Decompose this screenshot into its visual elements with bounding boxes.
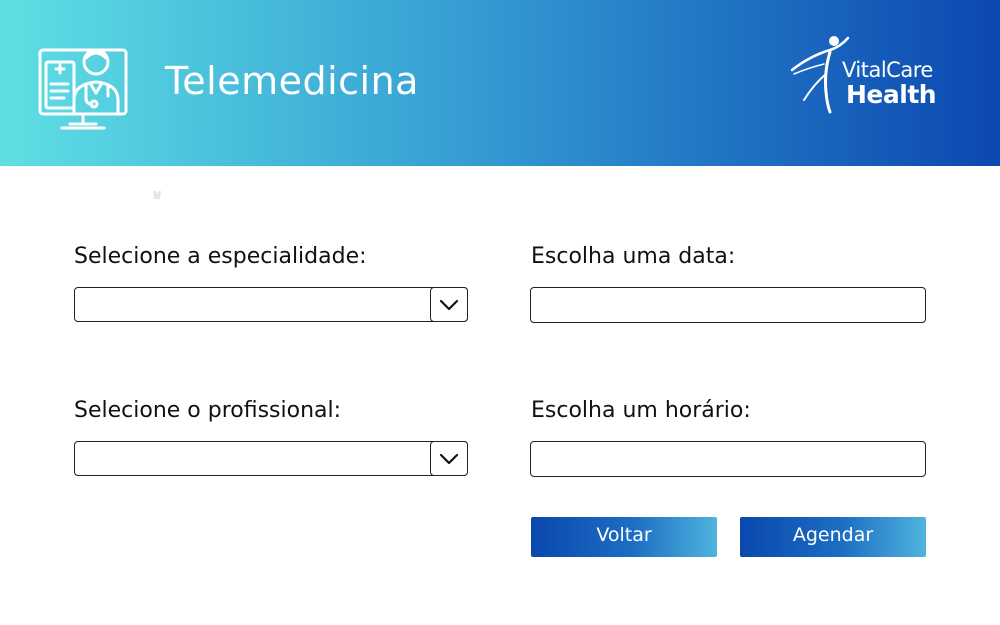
specialty-label: Selecione a especialidade: <box>74 244 367 269</box>
professional-select[interactable] <box>74 441 468 476</box>
chevron-down-icon <box>439 453 459 464</box>
professional-dropdown-button[interactable] <box>430 441 468 476</box>
chevron-down-icon <box>439 299 459 310</box>
time-input[interactable] <box>530 441 926 477</box>
back-button[interactable]: Voltar <box>531 517 717 557</box>
specialty-select[interactable] <box>74 287 468 322</box>
logo-text-health: Health <box>846 80 937 109</box>
runner-logo-icon <box>790 36 850 114</box>
header-banner: Telemedicina VitalCare Health <box>0 0 1000 166</box>
vitalcare-logo[interactable]: VitalCare Health <box>790 34 960 114</box>
schedule-button[interactable]: Agendar <box>740 517 926 557</box>
date-label: Escolha uma data: <box>531 244 736 269</box>
time-label: Escolha um horário: <box>531 398 751 423</box>
logo-text-vitalcare: VitalCare <box>842 58 933 82</box>
specialty-dropdown-button[interactable] <box>430 287 468 322</box>
date-input[interactable] <box>530 287 926 323</box>
artifact-mark <box>153 191 161 199</box>
doctor-monitor-icon <box>38 48 128 130</box>
page-title: Telemedicina <box>165 59 419 103</box>
professional-label: Selecione o profissional: <box>74 398 342 423</box>
